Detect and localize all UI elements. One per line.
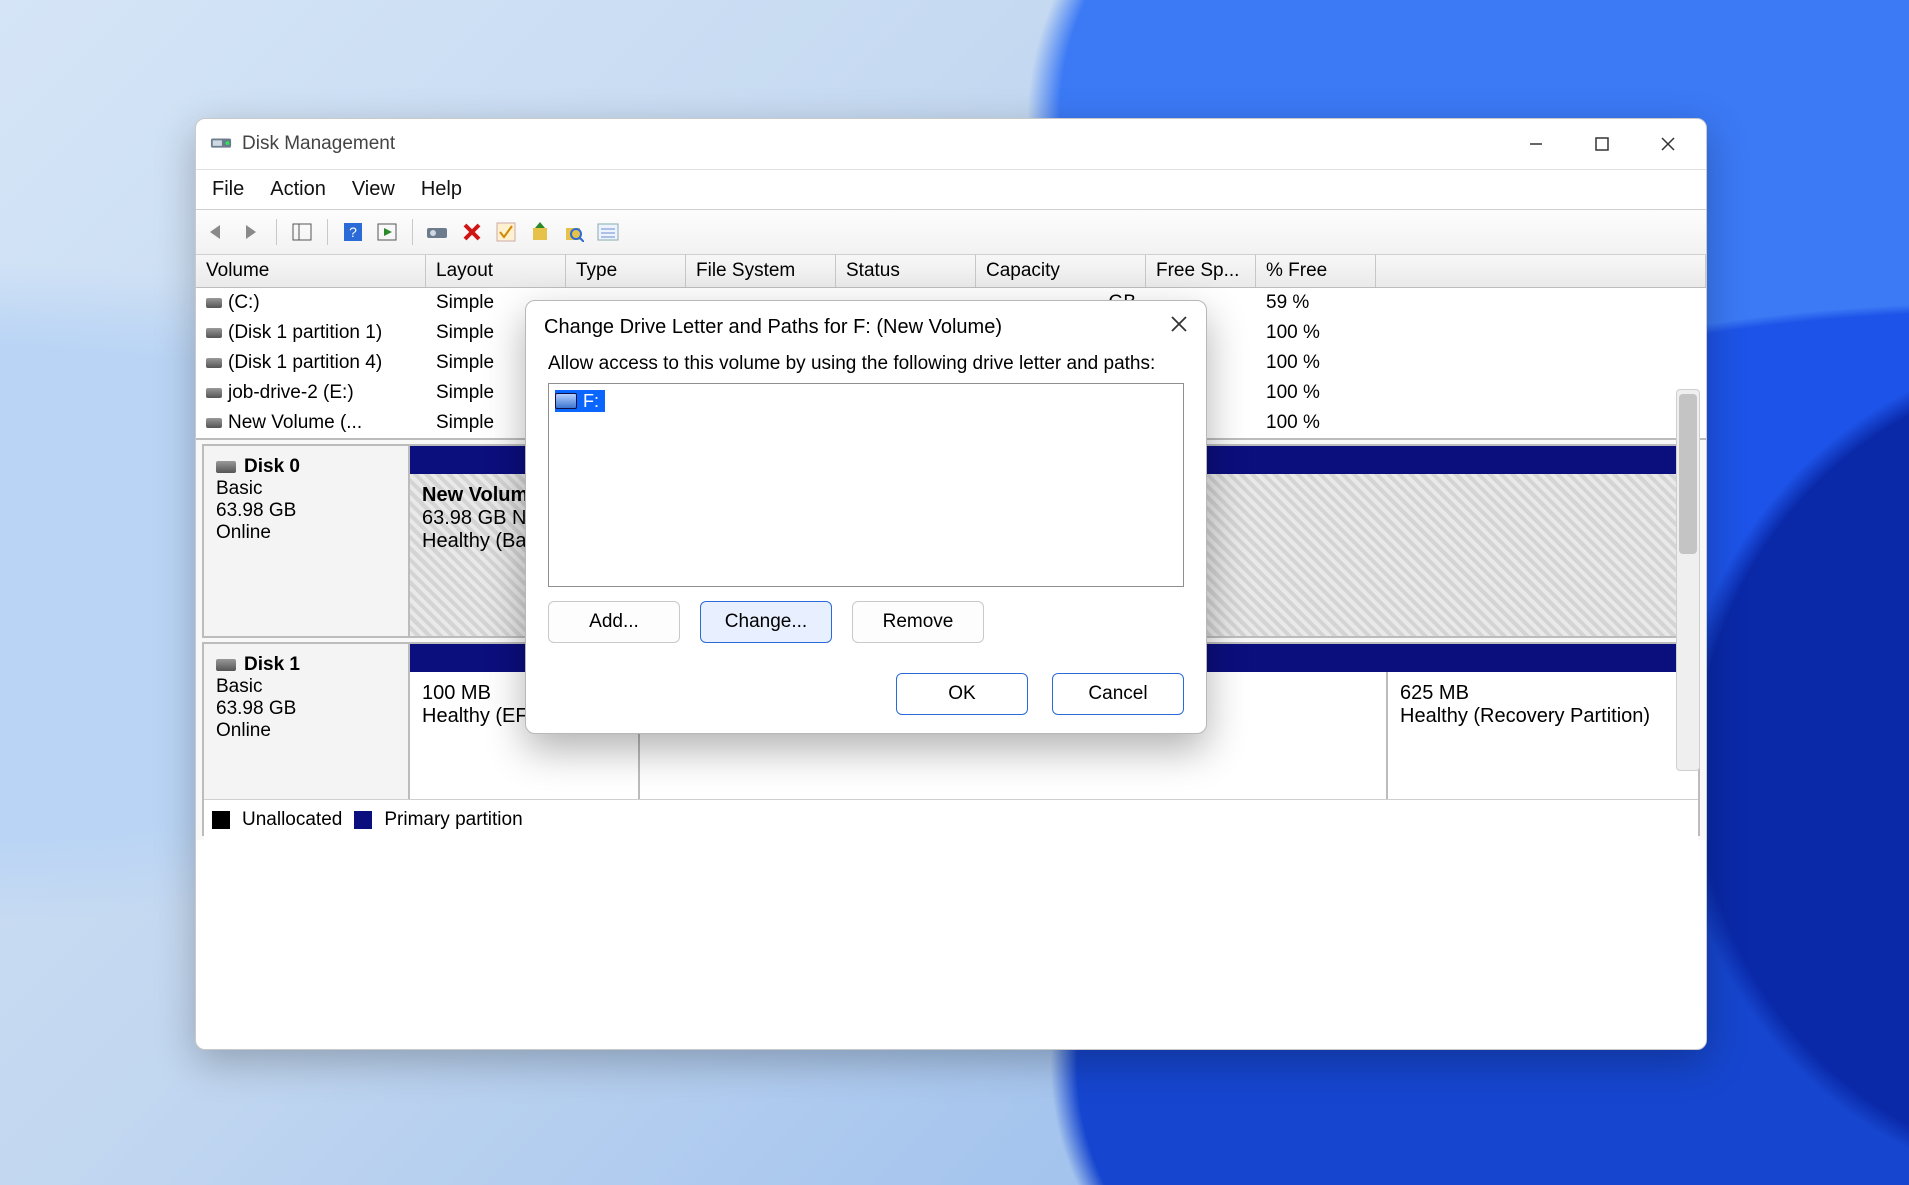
disk-type: Basic	[216, 478, 396, 500]
disk-name: Disk 0	[244, 456, 300, 477]
volume-pctfree: 100 %	[1256, 320, 1376, 346]
legend-swatch-primary	[354, 811, 372, 829]
refresh-icon[interactable]	[374, 219, 400, 245]
disk-size: 63.98 GB	[216, 500, 396, 522]
drive-letter-listbox[interactable]: F:	[548, 383, 1184, 587]
volume-icon	[206, 328, 222, 338]
legend-swatch-unallocated	[212, 811, 230, 829]
disk-type: Basic	[216, 676, 396, 698]
menubar: File Action View Help	[196, 170, 1706, 209]
back-icon[interactable]	[204, 219, 230, 245]
menu-action[interactable]: Action	[270, 178, 326, 201]
drive-letter-label: F:	[583, 391, 599, 412]
volume-pctfree: 100 %	[1256, 380, 1376, 406]
svg-text:?: ?	[349, 224, 357, 240]
volume-name: (C:)	[228, 292, 260, 313]
col-filesystem[interactable]: File System	[686, 255, 836, 287]
disk-status: Online	[216, 720, 396, 742]
volume-icon	[206, 418, 222, 428]
forward-icon[interactable]	[238, 219, 264, 245]
toolbar-divider	[276, 219, 277, 245]
remove-button[interactable]: Remove	[852, 601, 984, 643]
volume-name: New Volume (...	[228, 412, 362, 433]
minimize-button[interactable]	[1528, 136, 1544, 152]
disk-icon	[216, 461, 236, 473]
window-title: Disk Management	[242, 133, 395, 155]
menu-help[interactable]: Help	[421, 178, 462, 201]
close-button[interactable]	[1660, 136, 1676, 152]
scrollbar-thumb[interactable]	[1679, 394, 1697, 554]
cancel-button[interactable]: Cancel	[1052, 673, 1184, 715]
check-icon[interactable]	[493, 219, 519, 245]
legend-label: Primary partition	[384, 809, 522, 831]
volume-icon	[206, 388, 222, 398]
legend-label: Unallocated	[242, 809, 342, 831]
drive-icon	[555, 393, 577, 409]
show-hide-tree-icon[interactable]	[289, 219, 315, 245]
col-volume[interactable]: Volume	[196, 255, 426, 287]
col-type[interactable]: Type	[566, 255, 686, 287]
disk-name: Disk 1	[244, 654, 300, 675]
toolbar-divider	[412, 219, 413, 245]
partition-size: 625 MB	[1400, 682, 1686, 705]
help-icon[interactable]: ?	[340, 219, 366, 245]
col-layout[interactable]: Layout	[426, 255, 566, 287]
delete-icon[interactable]	[459, 219, 485, 245]
properties-icon[interactable]	[425, 219, 451, 245]
volume-icon	[206, 358, 222, 368]
explore-icon[interactable]	[561, 219, 587, 245]
legend: Unallocated Primary partition	[204, 799, 1698, 840]
change-button[interactable]: Change...	[700, 601, 832, 643]
ok-button[interactable]: OK	[896, 673, 1028, 715]
volume-pctfree: 100 %	[1256, 350, 1376, 376]
col-freespace[interactable]: Free Sp...	[1146, 255, 1256, 287]
drive-letter-item-selected[interactable]: F:	[555, 390, 605, 412]
volume-pctfree: 100 %	[1256, 410, 1376, 436]
col-spacer	[1376, 255, 1706, 287]
dialog-description: Allow access to this volume by using the…	[548, 353, 1184, 375]
dialog-title: Change Drive Letter and Paths for F: (Ne…	[544, 316, 1002, 339]
disk-status: Online	[216, 522, 396, 544]
change-drive-letter-dialog: Change Drive Letter and Paths for F: (Ne…	[525, 300, 1207, 734]
volume-icon	[206, 298, 222, 308]
partition-status: Healthy (Recovery Partition)	[1400, 705, 1686, 728]
add-button[interactable]: Add...	[548, 601, 680, 643]
titlebar[interactable]: Disk Management	[196, 119, 1706, 170]
col-status[interactable]: Status	[836, 255, 976, 287]
create-icon[interactable]	[527, 219, 553, 245]
list-icon[interactable]	[595, 219, 621, 245]
vertical-scrollbar[interactable]	[1676, 389, 1700, 771]
menu-view[interactable]: View	[352, 178, 395, 201]
dialog-close-button[interactable]	[1170, 315, 1188, 339]
volume-pctfree: 59 %	[1256, 290, 1376, 316]
maximize-button[interactable]	[1594, 136, 1610, 152]
disk-icon	[216, 659, 236, 671]
app-icon	[210, 133, 232, 155]
volume-name: (Disk 1 partition 4)	[228, 352, 382, 373]
disk-info: Disk 0 Basic 63.98 GB Online	[204, 446, 410, 636]
volume-name: (Disk 1 partition 1)	[228, 322, 382, 343]
disk-size: 63.98 GB	[216, 698, 396, 720]
toolbar-divider	[327, 219, 328, 245]
volume-list-header: Volume Layout Type File System Status Ca…	[196, 255, 1706, 288]
menu-file[interactable]: File	[212, 178, 244, 201]
col-capacity[interactable]: Capacity	[976, 255, 1146, 287]
toolbar: ?	[196, 209, 1706, 255]
col-pctfree[interactable]: % Free	[1256, 255, 1376, 287]
volume-name: job-drive-2 (E:)	[228, 382, 354, 403]
